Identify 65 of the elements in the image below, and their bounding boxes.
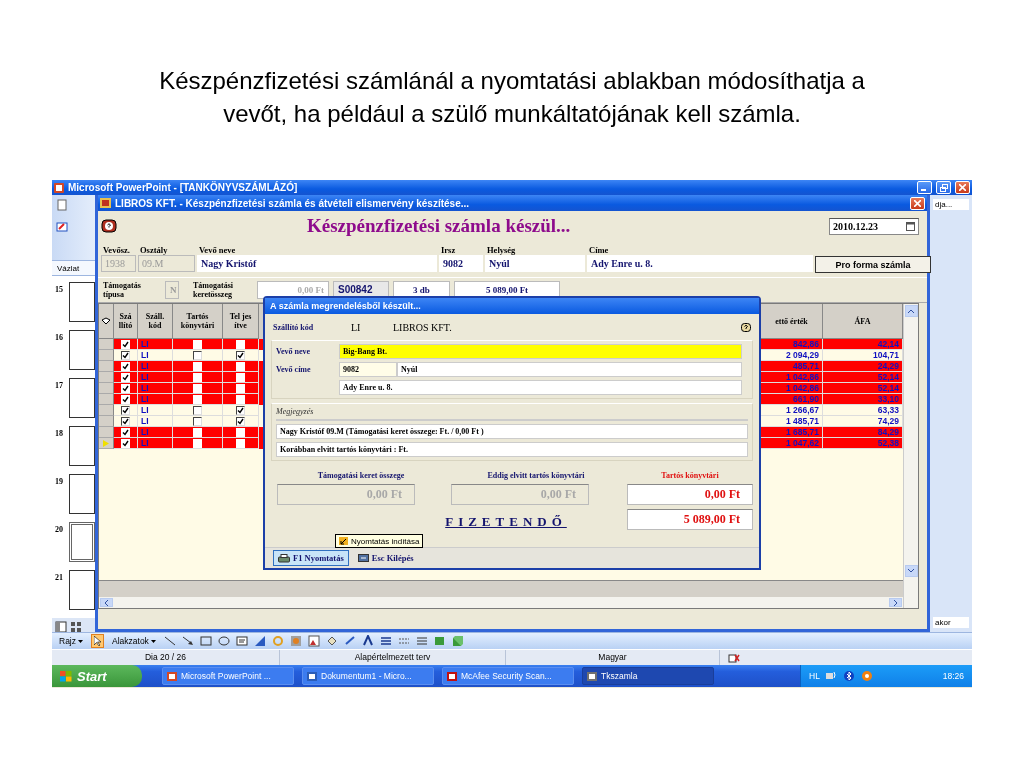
field-label: Helység — [486, 245, 517, 255]
slide-number: 20 — [55, 525, 64, 534]
tooltip-text: Nyomtatás indítása — [351, 536, 420, 546]
column-header[interactable]: ÁFA — [823, 304, 903, 339]
field-label: Osztály — [139, 245, 169, 255]
slide-number: 16 — [55, 333, 64, 342]
slide-number: 18 — [55, 429, 64, 438]
clock: 18:26 — [942, 671, 964, 681]
column-header[interactable]: Száll. kód — [138, 304, 173, 339]
input-field[interactable]: Big-Bang Bt. — [339, 344, 742, 359]
outline-tab[interactable]: Vázlat — [52, 261, 95, 276]
language-indicator[interactable]: HL — [809, 671, 820, 681]
supplier-name: LIBROS KFT. — [393, 321, 452, 333]
field-label: Tartós könyvtári — [660, 471, 720, 480]
input-field[interactable]: Nagy Kristóf — [197, 255, 437, 272]
payable-label: FIZETENDŐ — [445, 514, 567, 530]
column-header[interactable]: Tel jes ítve — [223, 304, 259, 339]
field-label: Irsz — [440, 245, 457, 255]
dialog-title: A számla megrendelésből készült... — [265, 298, 759, 314]
input-field[interactable]: Ady Enre u. 8. — [339, 380, 742, 395]
pro-forma-button[interactable]: Pro forma számla — [815, 256, 931, 273]
field-label: Szállító kód — [273, 322, 315, 332]
taskbar-button[interactable]: Microsoft PowerPoint ... — [162, 667, 294, 685]
input-field[interactable]: Ady Enre u. 8. — [587, 255, 813, 272]
table-cell: LI — [138, 438, 173, 449]
supplier-code: LI — [351, 321, 362, 333]
slide-number: 17 — [55, 381, 64, 390]
window-title: Microsoft PowerPoint - [TANKÖNYVSZÁMLÁZÓ] — [68, 182, 299, 193]
field-label: Eddig elvitt tartós könyvtári — [486, 471, 586, 480]
amount-field: 0,00 Ft — [627, 484, 753, 505]
column-header[interactable]: Szá llító — [114, 304, 138, 339]
field-label: Címe — [588, 245, 610, 255]
field-label: Vevő neve — [198, 245, 237, 255]
field-label: Vevő címe — [276, 365, 312, 374]
field-label: Vevősz. — [102, 245, 131, 255]
column-header[interactable]: ettő érték — [761, 304, 823, 339]
task-pane-text: dja... — [933, 199, 969, 210]
taskbar-button[interactable]: McAfee Security Scan... — [442, 667, 574, 685]
field-label: Vevő neve — [276, 347, 312, 356]
amount-field: 0,00 Ft — [277, 484, 415, 505]
slide-number: 15 — [55, 285, 64, 294]
window-title: LIBROS KFT. - Készpénzfizetési számla és átvételi elismervény készítése... — [115, 197, 471, 209]
slide-number: 21 — [55, 573, 64, 582]
field-label: Támogatási keretösszeg — [193, 281, 234, 299]
shapes-menu[interactable]: Alakzatok — [109, 634, 159, 648]
field-label: Támogatási keret összege — [316, 471, 406, 480]
taskbar-button[interactable]: Dokumentum1 - Micro... — [302, 667, 434, 685]
amount-field: 0,00 Ft — [451, 484, 589, 505]
draw-menu[interactable]: Rajz — [56, 634, 86, 648]
payable-amount: 5 089,00 Ft — [627, 509, 753, 530]
slide-number: 19 — [55, 477, 64, 486]
input-field[interactable]: 9082 — [439, 255, 483, 272]
input-field[interactable]: Nyúl — [485, 255, 585, 272]
column-header[interactable]: Tartós könyvtári — [173, 304, 223, 339]
input-field[interactable]: Nyúl — [397, 362, 742, 377]
dialog-button[interactable]: F1 Nyomtatás — [273, 550, 349, 566]
date-field[interactable]: 2010.12.23 — [829, 217, 919, 235]
form-heading: Készpénzfizetési számla készül... — [307, 215, 572, 237]
task-pane-text: akor — [933, 617, 969, 628]
input-field[interactable]: 9082 — [339, 362, 397, 377]
taskbar-button[interactable]: Tkszamla — [582, 667, 714, 685]
dialog-button[interactable]: Esc Kilépés — [352, 550, 419, 566]
field-label: Megjegyzés — [276, 407, 315, 416]
field-label: Támogatás típusa — [103, 281, 142, 299]
slide-title: Készpénzfizetési számlánál a nyomtatási ablakban módosíthatja a vevőt, ha például a szülő munkáltatójának kell számla. — [158, 66, 866, 129]
